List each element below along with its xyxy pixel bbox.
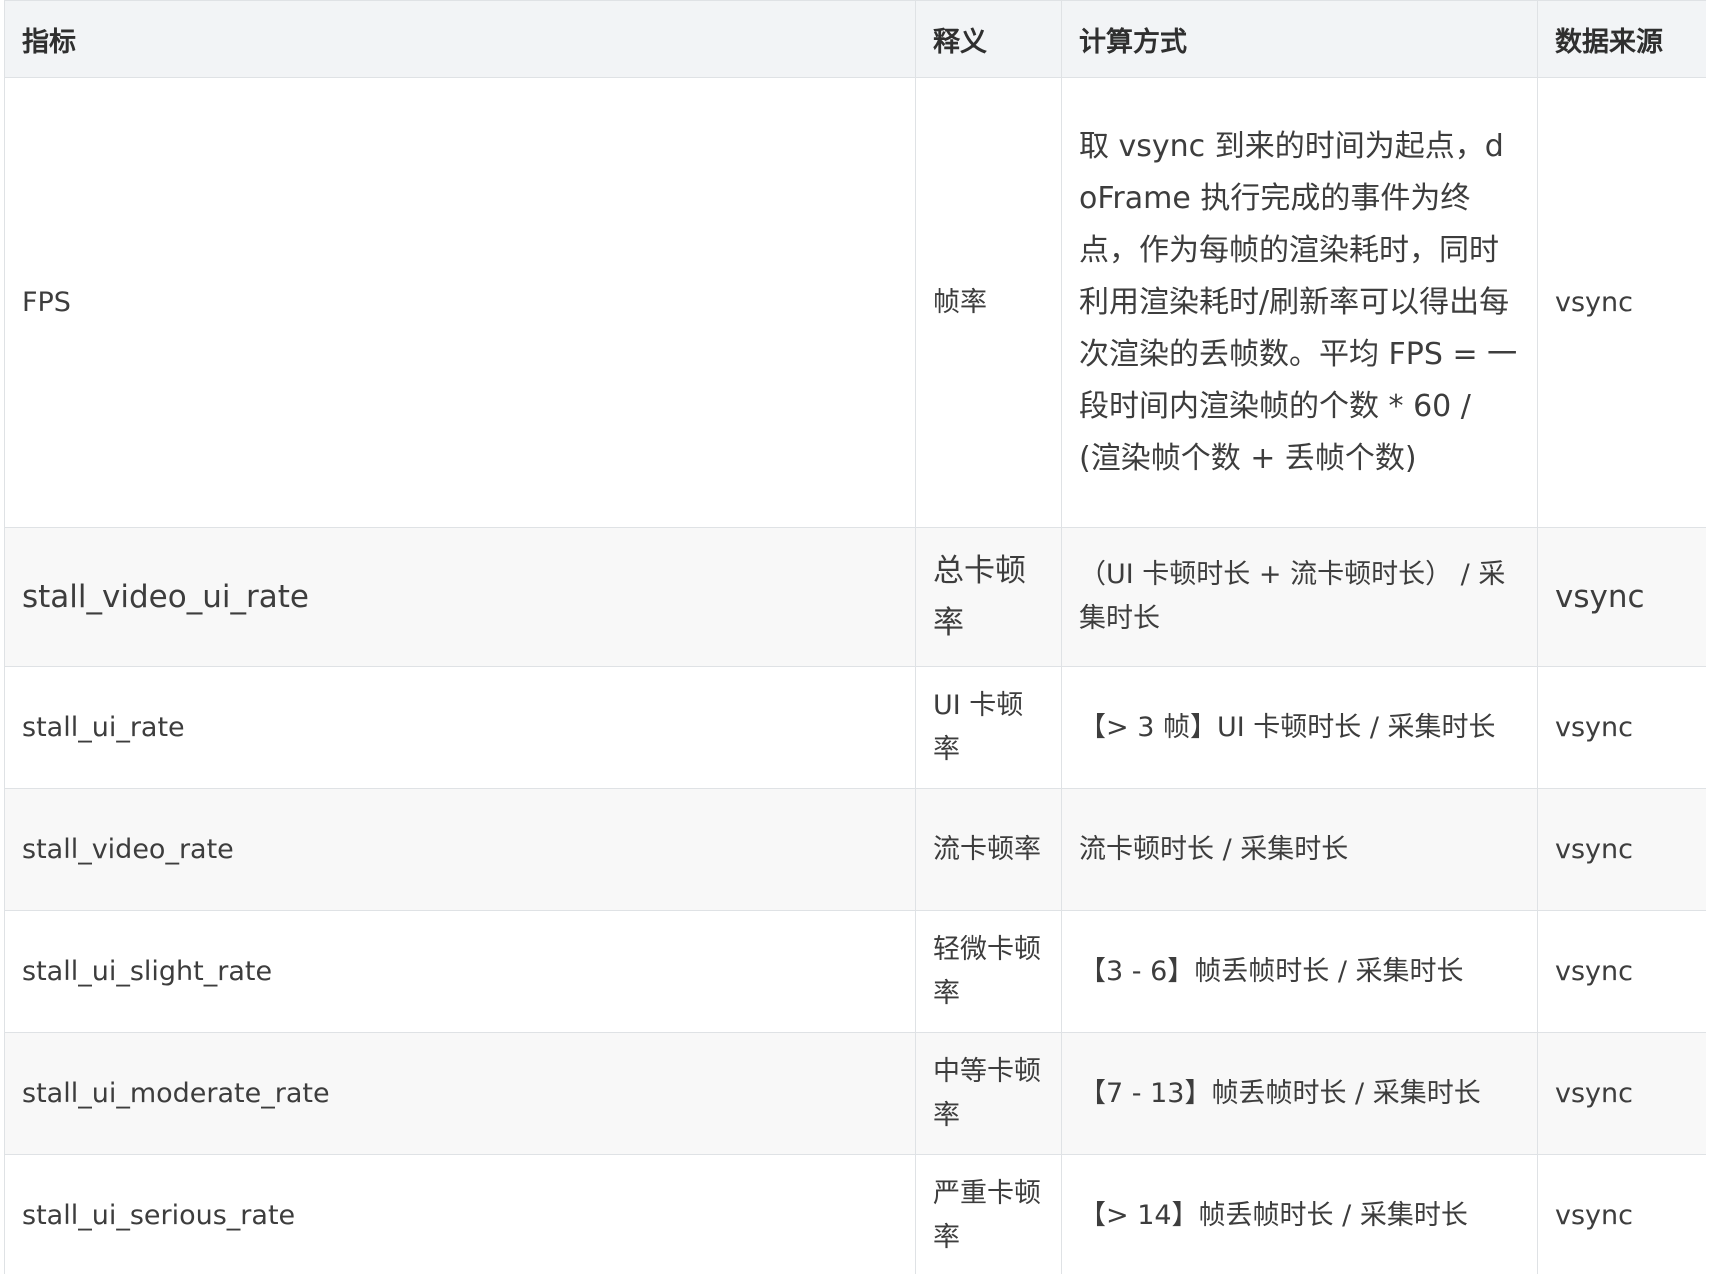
- cell-calculation: 【> 14】帧丢帧时长 / 采集时长: [1061, 1154, 1538, 1274]
- cell-metric: stall_video_rate: [4, 788, 916, 911]
- cell-calculation: 取 vsync 到来的时间为起点，doFrame 执行完成的事件为终点，作为每帧…: [1061, 77, 1538, 528]
- cell-meaning: 中等卡顿率: [915, 1032, 1062, 1155]
- cell-meaning: 总卡顿率: [915, 527, 1062, 667]
- cell-metric: stall_ui_serious_rate: [4, 1154, 916, 1274]
- cell-calculation: 【3 - 6】帧丢帧时长 / 采集时长: [1061, 910, 1538, 1033]
- cell-meaning: 帧率: [915, 77, 1062, 528]
- table-row: FPS 帧率 取 vsync 到来的时间为起点，doFrame 执行完成的事件为…: [4, 77, 1706, 528]
- table-row: stall_ui_rate UI 卡顿率 【> 3 帧】UI 卡顿时长 / 采集…: [4, 666, 1706, 789]
- table-row: stall_ui_serious_rate 严重卡顿率 【> 14】帧丢帧时长 …: [4, 1154, 1706, 1274]
- metrics-table-container: 指标 释义 计算方式 数据来源 FPS 帧率 取 vsync 到来的时间为起点，…: [4, 0, 1706, 1274]
- cell-calculation: 【> 3 帧】UI 卡顿时长 / 采集时长: [1061, 666, 1538, 789]
- cell-meaning: UI 卡顿率: [915, 666, 1062, 789]
- header-metric: 指标: [4, 0, 916, 78]
- table-row: stall_video_ui_rate 总卡顿率 （UI 卡顿时长 + 流卡顿时…: [4, 527, 1706, 667]
- cell-meaning: 轻微卡顿率: [915, 910, 1062, 1033]
- cell-metric: stall_ui_slight_rate: [4, 910, 916, 1033]
- metrics-table: 指标 释义 计算方式 数据来源 FPS 帧率 取 vsync 到来的时间为起点，…: [4, 0, 1706, 1274]
- cell-metric: stall_video_ui_rate: [4, 527, 916, 667]
- cell-calculation: 流卡顿时长 / 采集时长: [1061, 788, 1538, 911]
- cell-source: vsync: [1537, 77, 1706, 528]
- header-meaning: 释义: [915, 0, 1062, 78]
- cell-meaning: 流卡顿率: [915, 788, 1062, 911]
- table-row: stall_ui_moderate_rate 中等卡顿率 【7 - 13】帧丢帧…: [4, 1032, 1706, 1155]
- table-header-row: 指标 释义 计算方式 数据来源: [4, 0, 1706, 78]
- header-calculation: 计算方式: [1061, 0, 1538, 78]
- cell-source: vsync: [1537, 1032, 1706, 1155]
- header-source: 数据来源: [1537, 0, 1706, 78]
- cell-source: vsync: [1537, 1154, 1706, 1274]
- cell-metric: FPS: [4, 77, 916, 528]
- cell-metric: stall_ui_rate: [4, 666, 916, 789]
- cell-source: vsync: [1537, 788, 1706, 911]
- cell-source: vsync: [1537, 666, 1706, 789]
- cell-calculation: （UI 卡顿时长 + 流卡顿时长） / 采集时长: [1061, 527, 1538, 667]
- cell-meaning: 严重卡顿率: [915, 1154, 1062, 1274]
- cell-source: vsync: [1537, 910, 1706, 1033]
- cell-source: vsync: [1537, 527, 1706, 667]
- cell-metric: stall_ui_moderate_rate: [4, 1032, 916, 1155]
- cell-calculation: 【7 - 13】帧丢帧时长 / 采集时长: [1061, 1032, 1538, 1155]
- table-row: stall_ui_slight_rate 轻微卡顿率 【3 - 6】帧丢帧时长 …: [4, 910, 1706, 1033]
- table-row: stall_video_rate 流卡顿率 流卡顿时长 / 采集时长 vsync: [4, 788, 1706, 911]
